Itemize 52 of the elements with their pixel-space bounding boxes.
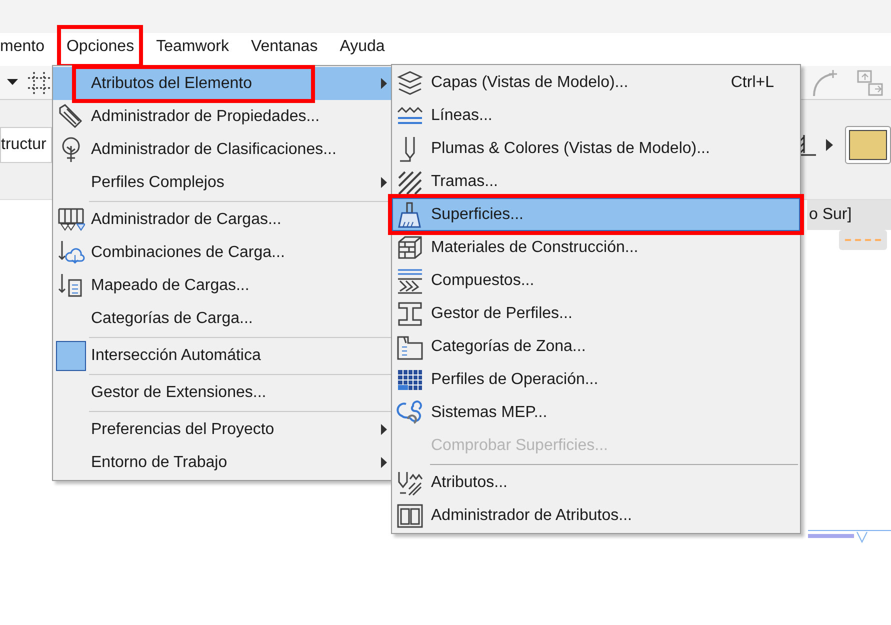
- fill-swatch[interactable]: [845, 126, 891, 164]
- submenu-arrow-icon: [381, 177, 387, 188]
- menubar-item[interactable]: Ventanas: [242, 25, 327, 68]
- submenu-arrow-icon: [381, 457, 387, 468]
- brush-icon: [396, 200, 424, 228]
- view-tab[interactable]: o Sur]: [807, 200, 891, 230]
- menu-item[interactable]: Perfiles Complejos: [53, 166, 391, 199]
- arrow-right-icon[interactable]: [826, 139, 833, 151]
- menu-item[interactable]: Gestor de Extensiones...: [53, 376, 391, 409]
- load-list-icon: [57, 272, 85, 300]
- load-combination-icon: [57, 206, 85, 234]
- two-panel-icon: [396, 502, 424, 530]
- menu-item[interactable]: Categorías de Carga...: [53, 302, 391, 335]
- grid-snap-icon[interactable]: [28, 72, 50, 94]
- menu-item[interactable]: Combinaciones de Carga...: [53, 236, 391, 269]
- menubar-item[interactable]: mento: [0, 25, 54, 68]
- load-cloud-icon: [57, 238, 85, 266]
- menu-item[interactable]: Compuestos...: [392, 264, 800, 297]
- menu-item[interactable]: Administrador de Propiedades...: [53, 100, 391, 133]
- menu-item[interactable]: Administrador de Clasificaciones...: [53, 133, 391, 166]
- menu-item[interactable]: Gestor de Perfiles...: [392, 297, 800, 330]
- menu-item[interactable]: Preferencias del Proyecto: [53, 413, 391, 446]
- shortcut-label: Ctrl+L: [730, 72, 774, 92]
- menu-item[interactable]: Tramas...: [392, 165, 800, 198]
- menu-item[interactable]: Materiales de Construcción...: [392, 231, 800, 264]
- menu-item[interactable]: Intersección Automática: [53, 339, 391, 372]
- menu-item[interactable]: Líneas...: [392, 99, 800, 132]
- i-beam-icon: [396, 300, 424, 328]
- input-field[interactable]: tructur: [0, 127, 52, 163]
- menu-item[interactable]: Administrador de Cargas...: [53, 203, 391, 236]
- menu-item[interactable]: Perfiles de Operación...: [392, 363, 800, 396]
- menu-item[interactable]: Atributos...: [392, 466, 800, 499]
- layers-icon: [396, 68, 424, 96]
- menu-item[interactable]: Capas (Vistas de Modelo)... Ctrl+L: [392, 66, 800, 99]
- tag-icon: [57, 102, 85, 130]
- menu-item[interactable]: Categorías de Zona...: [392, 330, 800, 363]
- composite-icon: [396, 266, 424, 294]
- menubar-item[interactable]: Ayuda: [330, 25, 394, 68]
- bricks-icon: [396, 234, 424, 262]
- submenu-arrow-icon: [381, 78, 387, 89]
- menu-item[interactable]: Administrador de Atributos...: [392, 499, 800, 532]
- menu-item[interactable]: Plumas & Colores (Vistas de Modelo)...: [392, 132, 800, 165]
- menu-item[interactable]: Atributos del Elemento: [53, 67, 391, 100]
- menu-item[interactable]: Entorno de Trabajo: [53, 446, 391, 479]
- menu-item[interactable]: Mapeado de Cargas...: [53, 269, 391, 302]
- caret-icon[interactable]: [7, 79, 18, 86]
- submenu-arrow-icon: [381, 424, 387, 435]
- pipe-network-icon: [396, 398, 424, 426]
- menubar-item[interactable]: Teamwork: [147, 25, 238, 68]
- scroll-indicator: [808, 534, 854, 538]
- wall-hatch-icon[interactable]: [798, 133, 818, 157]
- menu-item[interactable]: Sistemas MEP...: [392, 396, 800, 429]
